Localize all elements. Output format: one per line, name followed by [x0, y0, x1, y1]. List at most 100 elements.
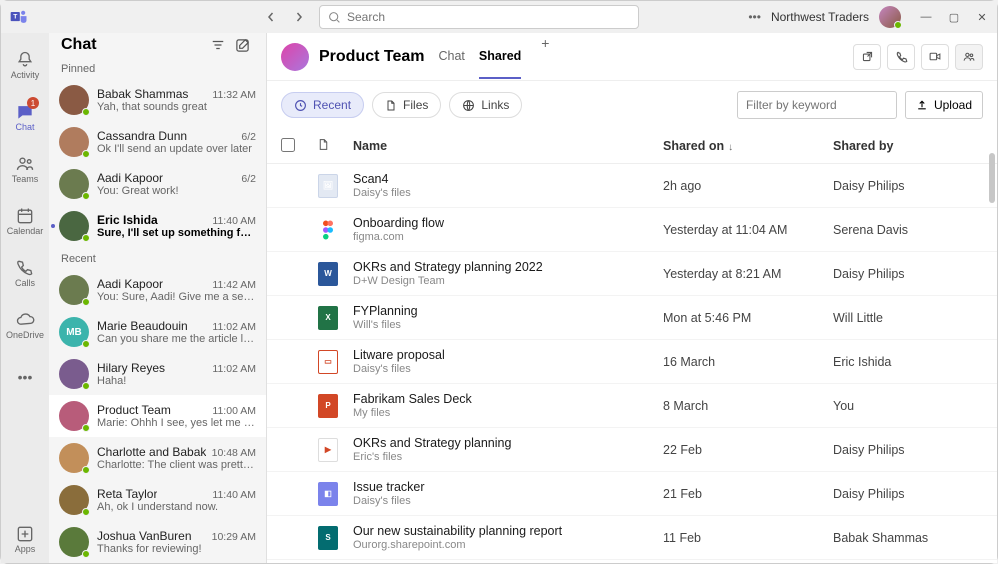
file-row-3[interactable]: X FYPlanningWill's files Mon at 5:46 PM …: [267, 296, 997, 340]
file-name: OKRs and Strategy planning: [353, 436, 663, 450]
window-minimize-button[interactable]: —: [919, 11, 933, 24]
file-name: Fabrikam Sales Deck: [353, 392, 663, 406]
file-row-6[interactable]: ▶ OKRs and Strategy planningEric's files…: [267, 428, 997, 472]
chat-preview: Charlotte: The client was pretty happy w…: [97, 459, 256, 471]
nav-back-button[interactable]: [259, 5, 283, 29]
chat-item-recent-3[interactable]: Product Team11:00 AM Marie: Ohhh I see, …: [49, 395, 266, 437]
phone-icon: [15, 258, 35, 278]
tab-shared[interactable]: Shared: [479, 35, 521, 79]
chat-time: 11:00 AM: [212, 405, 256, 417]
chat-item-recent-5[interactable]: Reta Taylor11:40 AM Ah, ok I understand …: [49, 479, 266, 521]
rail-teams[interactable]: Teams: [1, 145, 49, 193]
filter-button[interactable]: [206, 33, 230, 57]
rail-more[interactable]: •••: [1, 353, 49, 401]
file-type-icon: P: [317, 393, 339, 419]
chat-item-pinned-3[interactable]: Eric Ishida11:40 AM Sure, I'll set up so…: [49, 205, 266, 247]
file-row-5[interactable]: P Fabrikam Sales DeckMy files 8 March Yo…: [267, 384, 997, 428]
file-location: D+W Design Team: [353, 275, 663, 287]
chat-item-pinned-2[interactable]: Aadi Kapoor6/2 You: Great work!: [49, 163, 266, 205]
phone-icon: [895, 50, 908, 63]
popout-button[interactable]: [853, 44, 881, 70]
chat-time: 11:40 AM: [212, 215, 256, 227]
chat-preview: Sure, I'll set up something for next wee…: [97, 227, 256, 239]
more-icon[interactable]: •••: [748, 10, 761, 24]
file-type-icon: ▭: [317, 349, 339, 375]
search-input[interactable]: [347, 10, 630, 24]
file-type-icon: ◧: [317, 481, 339, 507]
col-name[interactable]: Name: [353, 139, 663, 153]
video-icon: [928, 50, 942, 63]
file-row-9[interactable]: P Sales Analysis and planningProduct tea…: [267, 560, 997, 563]
tab-chat[interactable]: Chat: [439, 35, 465, 79]
window-maximize-button[interactable]: ▢: [947, 11, 961, 24]
file-shared-by: Daisy Philips: [833, 267, 983, 281]
chat-item-pinned-0[interactable]: Babak Shammas11:32 AM Yah, that sounds g…: [49, 79, 266, 121]
audio-call-button[interactable]: [887, 44, 915, 70]
presence-icon: [82, 550, 90, 558]
video-call-button[interactable]: [921, 44, 949, 70]
file-row-2[interactable]: W OKRs and Strategy planning 2022D+W Des…: [267, 252, 997, 296]
file-row-8[interactable]: S Our new sustainability planning report…: [267, 516, 997, 560]
col-shared-on[interactable]: Shared on↓: [663, 139, 833, 153]
pill-files[interactable]: Files: [372, 92, 441, 118]
nav-forward-button[interactable]: [287, 5, 311, 29]
file-shared-by: Babak Shammas: [833, 531, 983, 545]
rail-apps[interactable]: Apps: [1, 515, 49, 563]
col-shared-by[interactable]: Shared by: [833, 139, 983, 153]
chat-item-pinned-1[interactable]: Cassandra Dunn6/2 Ok I'll send an update…: [49, 121, 266, 163]
file-shared-on: 2h ago: [663, 179, 833, 193]
chat-avatar: [59, 443, 89, 473]
chat-item-recent-1[interactable]: MB Marie Beaudouin11:02 AM Can you share…: [49, 311, 266, 353]
people-button[interactable]: [955, 44, 983, 70]
file-row-1[interactable]: Onboarding flowfigma.com Yesterday at 11…: [267, 208, 997, 252]
chat-item-recent-2[interactable]: Hilary Reyes11:02 AM Haha!: [49, 353, 266, 395]
rail-label: Calls: [15, 278, 35, 288]
chat-time: 11:32 AM: [212, 89, 256, 101]
file-row-4[interactable]: ▭ Litware proposalDaisy's files 16 March…: [267, 340, 997, 384]
rail-activity[interactable]: Activity: [1, 41, 49, 89]
chat-avatar: [59, 527, 89, 557]
rail-calendar[interactable]: Calendar: [1, 197, 49, 245]
teams-app-icon: T: [9, 7, 29, 27]
me-avatar[interactable]: [879, 6, 901, 28]
chat-preview: Yah, that sounds great: [97, 101, 256, 113]
rail-onedrive[interactable]: OneDrive: [1, 301, 49, 349]
rail-chat[interactable]: 1 Chat: [1, 93, 49, 141]
clock-icon: [294, 99, 307, 112]
global-search[interactable]: [319, 5, 639, 29]
presence-icon: [82, 340, 90, 348]
presence-icon: [82, 192, 90, 200]
rail-calls[interactable]: Calls: [1, 249, 49, 297]
cloud-icon: [15, 310, 35, 330]
chat-item-recent-0[interactable]: Aadi Kapoor11:42 AM You: Sure, Aadi! Giv…: [49, 269, 266, 311]
select-all-checkbox[interactable]: [281, 138, 295, 152]
upload-label: Upload: [934, 98, 972, 112]
new-chat-button[interactable]: [230, 33, 254, 57]
chat-item-recent-6[interactable]: Joshua VanBuren10:29 AM Thanks for revie…: [49, 521, 266, 563]
pill-recent[interactable]: Recent: [281, 92, 364, 118]
bell-icon: [15, 50, 35, 70]
file-row-0[interactable]: 🖼 Scan4Daisy's files 2h ago Daisy Philip…: [267, 164, 997, 208]
people-icon: [15, 154, 35, 174]
chat-preview: Marie: Ohhh I see, yes let me fix that!: [97, 417, 256, 429]
pill-label: Recent: [313, 98, 351, 112]
presence-icon: [82, 466, 90, 474]
presence-available-icon: [894, 21, 902, 29]
file-location: Will's files: [353, 319, 663, 331]
presence-icon: [82, 508, 90, 516]
pill-links[interactable]: Links: [449, 92, 522, 118]
file-shared-by: Will Little: [833, 311, 983, 325]
scrollbar-thumb[interactable]: [989, 153, 995, 203]
filter-input[interactable]: [737, 91, 897, 119]
window-close-button[interactable]: ✕: [975, 11, 989, 24]
upload-button[interactable]: Upload: [905, 91, 983, 119]
chat-time: 6/2: [241, 173, 256, 185]
titlebar: T ••• Northwest Traders — ▢ ✕: [1, 1, 997, 33]
file-shared-on: 22 Feb: [663, 443, 833, 457]
file-shared-by: Daisy Philips: [833, 487, 983, 501]
rail-label: Teams: [12, 174, 39, 184]
file-row-7[interactable]: ◧ Issue trackerDaisy's files 21 Feb Dais…: [267, 472, 997, 516]
chat-item-recent-4[interactable]: Charlotte and Babak10:48 AM Charlotte: T…: [49, 437, 266, 479]
add-tab-button[interactable]: +: [535, 35, 555, 79]
file-name: Our new sustainability planning report: [353, 524, 663, 538]
